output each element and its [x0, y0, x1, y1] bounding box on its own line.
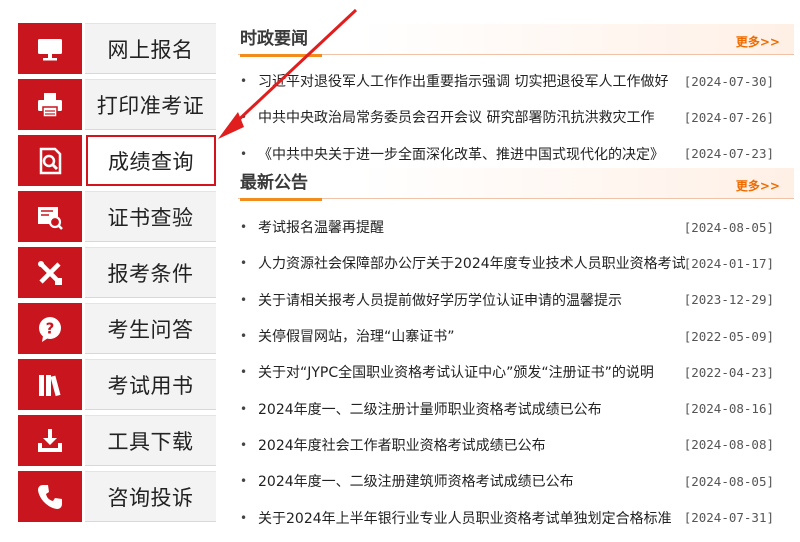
news-date: [2024-08-16]	[683, 401, 774, 417]
sidebar-item-label: 工具下载	[85, 415, 216, 466]
list-item[interactable]: • 关停假冒网站，治理“山寨证书” [2022-05-09]	[238, 318, 794, 354]
news-title[interactable]: 考试报名温馨再提醒	[258, 217, 688, 237]
news-title[interactable]: 关于对“JYPC全国职业资格考试认证中心”颁发“注册证书”的说明	[258, 362, 688, 382]
list-item[interactable]: • 2024年度一、二级注册计量师职业资格考试成绩已公布 [2024-08-16…	[238, 390, 794, 426]
news-date: [2024-07-30]	[683, 73, 774, 89]
bullet-icon: •	[240, 437, 248, 452]
sidebar-item-label: 咨询投诉	[85, 471, 216, 522]
bullet-icon: •	[240, 74, 248, 89]
news-date: [2022-05-09]	[683, 328, 774, 344]
politics-news-section: 时政要闻 更多>> • 习近平对退役军人工作作出重要指示强调 切实把退役军人工作…	[238, 24, 794, 172]
bullet-icon: •	[240, 401, 248, 416]
news-title[interactable]: 《中共中央关于进一步全面深化改革、推进中国式现代化的决定》	[258, 144, 688, 164]
section-title: 最新公告	[240, 168, 322, 201]
list-item[interactable]: • 考试报名温馨再提醒 [2024-08-05]	[238, 209, 794, 245]
sidebar-item-faq[interactable]: ? 考生问答	[18, 303, 216, 354]
bullet-icon: •	[240, 256, 248, 271]
news-title[interactable]: 关停假冒网站，治理“山寨证书”	[258, 326, 688, 346]
news-date: [2024-07-23]	[683, 146, 774, 162]
list-item[interactable]: • 2024年度社会工作者职业资格考试成绩已公布 [2024-08-08]	[238, 427, 794, 463]
sidebar-item-label: 网上报名	[85, 23, 216, 74]
news-title[interactable]: 关于2024年上半年银行业专业人员职业资格考试单独划定合格标准	[258, 508, 688, 528]
news-date: [2023-12-29]	[683, 292, 774, 308]
news-date: [2024-08-05]	[683, 473, 774, 489]
list-item[interactable]: • 2024年度一、二级注册建筑师资格考试成绩已公布 [2024-08-05]	[238, 463, 794, 499]
phone-icon	[18, 471, 82, 522]
bullet-icon: •	[240, 292, 248, 307]
tools-icon	[18, 247, 82, 298]
news-title[interactable]: 关于请相关报考人员提前做好学历学位认证申请的温馨提示	[258, 290, 688, 310]
sidebar-item-consult-complaint[interactable]: 咨询投诉	[18, 471, 216, 522]
list-item[interactable]: • 中共中央政治局常务委员会召开会议 研究部署防汛抗洪救灾工作 [2024-07…	[238, 99, 794, 135]
bullet-icon: •	[240, 474, 248, 489]
list-item[interactable]: • 关于2024年上半年银行业专业人员职业资格考试单独划定合格标准 [2024-…	[238, 499, 794, 535]
list-item[interactable]: • 关于对“JYPC全国职业资格考试认证中心”颁发“注册证书”的说明 [2022…	[238, 354, 794, 390]
monitor-icon	[18, 23, 82, 74]
download-tray-icon	[18, 415, 82, 466]
news-list: • 考试报名温馨再提醒 [2024-08-05] • 人力资源社会保障部办公厅关…	[238, 209, 794, 536]
section-header: 时政要闻 更多>>	[238, 24, 794, 57]
sidebar-item-online-registration[interactable]: 网上报名	[18, 23, 216, 74]
news-title[interactable]: 2024年度一、二级注册建筑师资格考试成绩已公布	[258, 471, 688, 491]
bullet-icon: •	[240, 365, 248, 380]
sidebar-item-label: 打印准考证	[85, 79, 216, 130]
bullet-icon: •	[240, 329, 248, 344]
section-title: 时政要闻	[240, 24, 322, 57]
sidebar-nav: 网上报名 打印准考证 成绩查询 证书查验 报考条件 ? 考生问答 考试用书 工具…	[18, 23, 216, 527]
news-title[interactable]: 2024年度社会工作者职业资格考试成绩已公布	[258, 435, 688, 455]
more-link[interactable]: 更多>>	[736, 33, 780, 50]
sidebar-item-print-admission[interactable]: 打印准考证	[18, 79, 216, 130]
list-item[interactable]: • 习近平对退役军人工作作出重要指示强调 切实把退役军人工作做好 [2024-0…	[238, 63, 794, 99]
list-item[interactable]: • 《中共中央关于进一步全面深化改革、推进中国式现代化的决定》 [2024-07…	[238, 136, 794, 172]
section-header: 最新公告 更多>>	[238, 168, 794, 201]
printer-icon	[18, 79, 82, 130]
news-date: [2024-07-26]	[683, 109, 774, 125]
sidebar-item-score-query[interactable]: 成绩查询	[18, 135, 216, 186]
certificate-search-icon	[18, 191, 82, 242]
bullet-icon: •	[240, 510, 248, 525]
news-date: [2022-04-23]	[683, 364, 774, 380]
sidebar-item-exam-books[interactable]: 考试用书	[18, 359, 216, 410]
notices-section: 最新公告 更多>> • 考试报名温馨再提醒 [2024-08-05] • 人力资…	[238, 168, 794, 536]
sidebar-item-tool-download[interactable]: 工具下载	[18, 415, 216, 466]
news-title[interactable]: 中共中央政治局常务委员会召开会议 研究部署防汛抗洪救灾工作	[258, 107, 688, 127]
more-link[interactable]: 更多>>	[736, 177, 780, 194]
news-date: [2024-07-31]	[683, 510, 774, 526]
list-item[interactable]: • 人力资源社会保障部办公厅关于2024年度专业技术人员职业资格考试 [2024…	[238, 245, 794, 281]
sidebar-item-label: 考试用书	[85, 359, 216, 410]
bullet-icon: •	[240, 110, 248, 125]
svg-text:?: ?	[46, 319, 55, 337]
news-list: • 习近平对退役军人工作作出重要指示强调 切实把退役军人工作做好 [2024-0…	[238, 63, 794, 172]
news-title[interactable]: 人力资源社会保障部办公厅关于2024年度专业技术人员职业资格考试	[258, 253, 688, 273]
sidebar-item-label: 证书查验	[85, 191, 216, 242]
question-bubble-icon: ?	[18, 303, 82, 354]
sidebar-item-label: 考生问答	[85, 303, 216, 354]
news-date: [2024-08-05]	[683, 219, 774, 235]
news-date: [2024-01-17]	[683, 255, 774, 271]
sidebar-item-certificate-verify[interactable]: 证书查验	[18, 191, 216, 242]
sidebar-item-label: 成绩查询	[86, 135, 216, 186]
bullet-icon: •	[240, 146, 248, 161]
bullet-icon: •	[240, 220, 248, 235]
search-document-icon	[18, 135, 82, 186]
sidebar-item-label: 报考条件	[85, 247, 216, 298]
list-item[interactable]: • 关于请相关报考人员提前做好学历学位认证申请的温馨提示 [2023-12-29…	[238, 282, 794, 318]
news-date: [2024-08-08]	[683, 437, 774, 453]
sidebar-item-exam-conditions[interactable]: 报考条件	[18, 247, 216, 298]
news-title[interactable]: 习近平对退役军人工作作出重要指示强调 切实把退役军人工作做好	[258, 71, 688, 91]
books-icon	[18, 359, 82, 410]
news-title[interactable]: 2024年度一、二级注册计量师职业资格考试成绩已公布	[258, 399, 688, 419]
